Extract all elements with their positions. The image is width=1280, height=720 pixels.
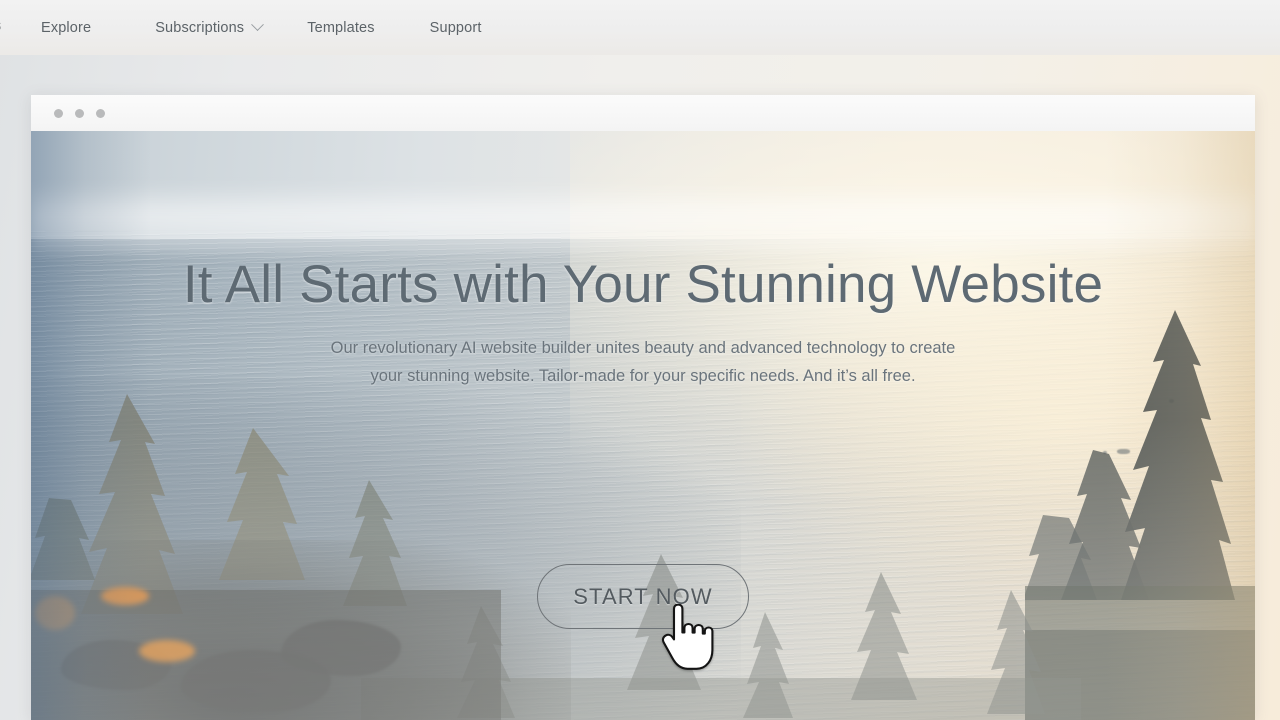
nav-item-support-label: Support <box>429 19 482 36</box>
top-navigation-bar: s Explore Subscriptions Templates Suppor… <box>0 0 1280 55</box>
chevron-down-icon <box>251 18 265 32</box>
nav-item-subscriptions[interactable]: Subscriptions <box>155 18 265 36</box>
browser-window: It All Starts with Your Stunning Website… <box>31 95 1255 720</box>
water-speck <box>1103 451 1107 454</box>
nav-item-explore[interactable]: Explore <box>41 20 91 36</box>
nav-item-explore-label: Explore <box>41 19 92 36</box>
horizon-haze <box>31 183 1255 253</box>
nav-clipped-item[interactable]: s <box>0 17 10 35</box>
rock <box>181 650 331 712</box>
browser-titlebar[interactable] <box>31 95 1255 131</box>
nav-item-support[interactable]: Support <box>430 20 482 36</box>
nav-items-list: Explore Subscriptions Templates Support <box>41 18 482 36</box>
sunlit-rock-highlight <box>139 640 195 662</box>
water-speck <box>1169 399 1174 403</box>
nav-item-subscriptions-label: Subscriptions <box>155 19 245 36</box>
water-speck <box>1117 449 1130 454</box>
screen-root: s Explore Subscriptions Templates Suppor… <box>0 0 1280 720</box>
cta-container: START NOW <box>31 564 1255 629</box>
nav-item-templates-label: Templates <box>307 19 375 36</box>
window-maximize-dot-icon[interactable] <box>96 108 105 118</box>
nav-item-templates[interactable]: Templates <box>307 20 374 36</box>
lake-water <box>31 239 1255 720</box>
hero-section: It All Starts with Your Stunning Website… <box>31 131 1255 720</box>
window-close-dot-icon[interactable] <box>54 108 63 118</box>
start-now-button[interactable]: START NOW <box>537 564 749 629</box>
window-minimize-dot-icon[interactable] <box>75 108 84 118</box>
